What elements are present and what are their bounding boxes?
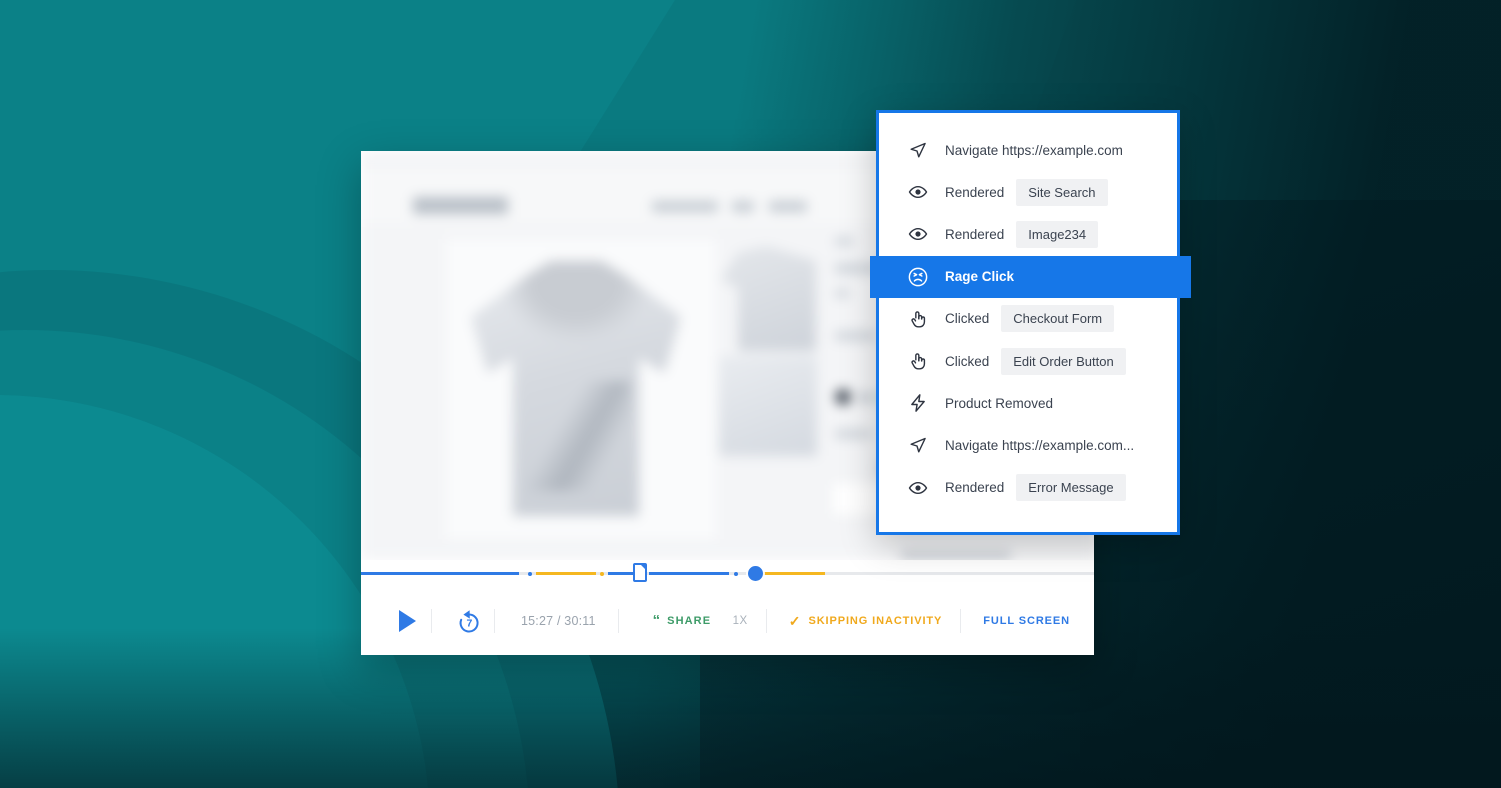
event-label: Clicked — [945, 311, 990, 327]
mock-detail-line — [835, 289, 849, 298]
progress-event-dot[interactable] — [600, 571, 604, 576]
event-row-active[interactable]: Rage Click — [870, 255, 1191, 298]
event-row[interactable]: Rendered Image234 — [879, 213, 1177, 255]
event-row[interactable]: Navigate https://example.com — [879, 129, 1177, 171]
rewind-seconds-label: 7 — [466, 617, 473, 630]
event-label: Rage Click — [945, 269, 1015, 285]
event-row[interactable]: Navigate https://example.com... — [879, 424, 1177, 466]
fullscreen-button[interactable]: FULL SCREEN — [983, 615, 1070, 627]
mock-color-swatch — [835, 389, 851, 405]
mock-product-image-shading — [511, 381, 631, 491]
share-label: SHARE — [667, 614, 712, 627]
mock-product-thumbnail-2 — [719, 356, 817, 456]
play-button[interactable] — [385, 599, 429, 643]
event-label: Clicked — [945, 353, 990, 369]
eye-icon — [907, 223, 929, 245]
event-row[interactable]: Clicked Checkout Form — [879, 298, 1177, 340]
event-row[interactable]: Clicked Edit Order Button — [879, 340, 1177, 382]
mock-footer-text — [901, 551, 1011, 560]
event-label: Product Removed — [945, 395, 1054, 411]
player-button-row: 7 15:27 / 30:11 “ SHARE 1X ✓ SKIPPING IN… — [361, 586, 1094, 655]
mock-detail-line — [835, 237, 853, 246]
mock-color-swatch — [859, 391, 872, 404]
mock-site-logo — [413, 197, 508, 214]
event-row[interactable]: Product Removed — [879, 382, 1177, 424]
play-icon — [398, 609, 416, 632]
event-label: Navigate https://example.com... — [945, 437, 1135, 453]
control-divider — [960, 608, 962, 633]
mock-detail-line — [835, 331, 875, 341]
control-divider — [765, 608, 767, 633]
progress-bar[interactable] — [361, 560, 1094, 586]
skip-inactivity-toggle[interactable]: ✓ SKIPPING INACTIVITY — [789, 614, 943, 628]
mock-product-thumbnail-1 — [721, 246, 816, 351]
quote-icon: “ — [652, 612, 661, 629]
mock-nav-item-1 — [652, 201, 718, 212]
skip-inactivity-label: SKIPPING INACTIVITY — [808, 614, 943, 627]
progress-segment — [762, 572, 825, 575]
event-target-badge[interactable]: Edit Order Button — [1001, 347, 1126, 375]
pointer-icon — [907, 350, 929, 372]
progress-event-dot[interactable] — [528, 571, 532, 576]
event-target-badge[interactable]: Error Message — [1016, 474, 1126, 502]
event-label: Rendered — [945, 226, 1005, 242]
check-icon: ✓ — [788, 612, 801, 629]
playback-speed[interactable]: 1X — [733, 615, 748, 627]
event-label: Rendered — [945, 480, 1005, 496]
mock-nav-item-3 — [769, 201, 807, 212]
event-label: Navigate https://example.com — [945, 142, 1123, 158]
rage-click-icon — [907, 266, 929, 288]
navigate-icon — [907, 434, 929, 456]
mock-nav-item-2 — [732, 201, 754, 212]
page-icon[interactable] — [633, 563, 647, 582]
player-controls: 7 15:27 / 30:11 “ SHARE 1X ✓ SKIPPING IN… — [361, 560, 1094, 655]
share-button[interactable]: “ SHARE — [653, 613, 712, 628]
progress-segment — [608, 572, 634, 575]
lightning-icon — [907, 392, 929, 414]
event-target-badge[interactable]: Checkout Form — [1001, 305, 1115, 333]
pointer-icon — [907, 308, 929, 330]
time-display: 15:27 / 30:11 — [521, 613, 596, 628]
progress-segment — [649, 572, 729, 575]
progress-segment — [536, 572, 596, 575]
event-label: Rendered — [945, 184, 1005, 200]
event-timeline-panel: Navigate https://example.com Rendered Site… — [870, 110, 1191, 535]
control-divider — [617, 608, 619, 633]
eye-icon — [907, 477, 929, 499]
mock-detail-line — [835, 429, 871, 439]
rewind-button[interactable]: 7 — [446, 599, 492, 643]
control-divider — [431, 608, 432, 633]
event-row[interactable]: Rendered Site Search — [879, 171, 1177, 213]
progress-event-dot[interactable] — [734, 571, 738, 576]
navigate-icon — [907, 139, 929, 161]
event-target-badge[interactable]: Image234 — [1016, 220, 1099, 248]
event-row[interactable]: Rendered Error Message — [879, 467, 1177, 509]
event-target-badge[interactable]: Site Search — [1016, 178, 1108, 206]
progress-handle[interactable] — [748, 566, 763, 581]
control-divider — [494, 608, 495, 633]
progress-segment — [361, 572, 519, 575]
eye-icon — [907, 181, 929, 203]
